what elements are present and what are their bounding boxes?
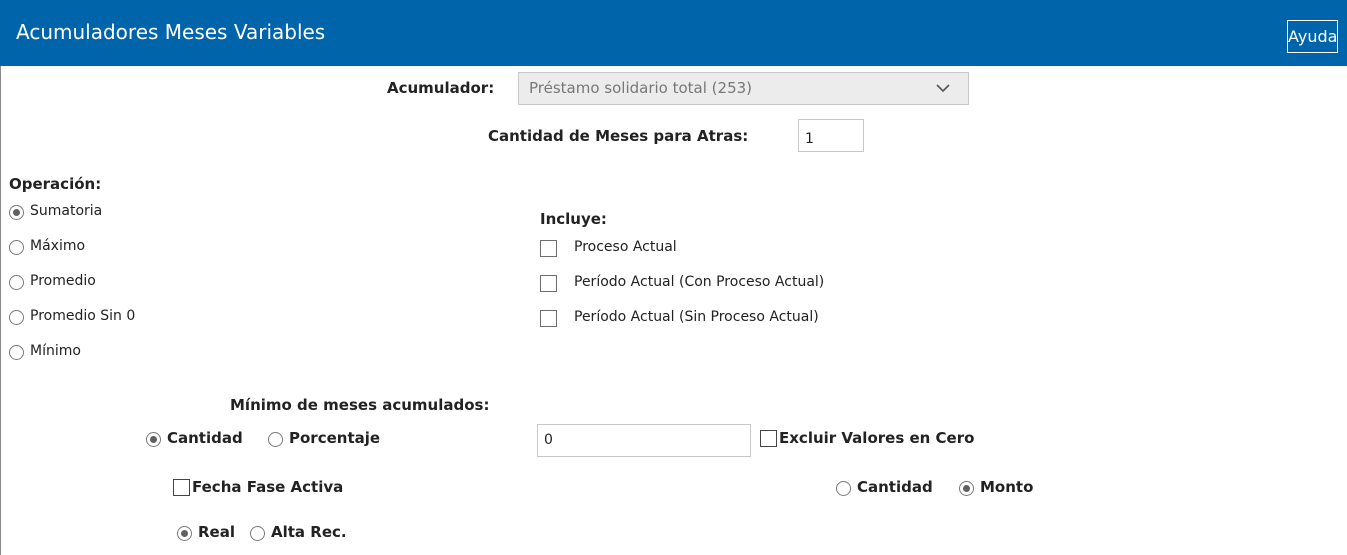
incluye-title: Incluye:: [540, 210, 607, 228]
radio-tipo-cantidad-label: Cantidad: [857, 478, 933, 496]
meses-atras-label: Cantidad de Meses para Atras:: [488, 127, 749, 145]
checkbox-proceso-actual[interactable]: [540, 240, 557, 257]
checkbox-periodo-con-proceso[interactable]: [540, 275, 557, 292]
radio-minimo-porcentaje-label: Porcentaje: [289, 429, 381, 447]
radio-minimo-label: Mínimo: [30, 343, 81, 359]
radio-tipo-cantidad[interactable]: [836, 481, 851, 496]
checkbox-fecha-fase-activa[interactable]: [173, 479, 190, 496]
radio-minimo-porcentaje[interactable]: [268, 432, 283, 447]
checkbox-fecha-fase-activa-label: Fecha Fase Activa: [192, 478, 344, 496]
acumulador-selected-value: Préstamo solidario total (253): [529, 79, 753, 97]
radio-promedio-sin-0[interactable]: [9, 310, 24, 325]
minimo-meses-title: Mínimo de meses acumulados:: [230, 396, 490, 414]
checkbox-periodo-con-proceso-label: Período Actual (Con Proceso Actual): [574, 274, 825, 290]
radio-tipo-monto[interactable]: [959, 481, 974, 496]
radio-sumatoria[interactable]: [9, 205, 24, 220]
radio-maximo[interactable]: [9, 240, 24, 255]
radio-sumatoria-label: Sumatoria: [30, 203, 103, 219]
acumulador-label: Acumulador:: [387, 79, 495, 97]
page-title: Acumuladores Meses Variables: [16, 20, 326, 44]
checkbox-excluir-cero[interactable]: [760, 430, 777, 447]
radio-promedio-label: Promedio: [30, 273, 96, 289]
checkbox-proceso-actual-label: Proceso Actual: [574, 239, 677, 255]
radio-alta-rec[interactable]: [250, 526, 265, 541]
operacion-title: Operación:: [9, 175, 102, 193]
radio-real[interactable]: [177, 526, 192, 541]
radio-maximo-label: Máximo: [30, 238, 86, 254]
chevron-down-icon: [936, 84, 950, 93]
meses-atras-input[interactable]: 1: [798, 119, 864, 152]
radio-promedio[interactable]: [9, 275, 24, 290]
radio-real-label: Real: [198, 523, 235, 541]
radio-alta-rec-label: Alta Rec.: [271, 523, 347, 541]
checkbox-periodo-sin-proceso[interactable]: [540, 310, 557, 327]
acumulador-select[interactable]: Préstamo solidario total (253): [518, 72, 969, 105]
minimo-meses-input[interactable]: 0: [537, 424, 751, 457]
checkbox-excluir-cero-label: Excluir Valores en Cero: [779, 429, 975, 447]
radio-minimo-cantidad-label: Cantidad: [167, 429, 243, 447]
title-bar: Acumuladores Meses Variables Ayuda: [0, 0, 1347, 66]
checkbox-periodo-sin-proceso-label: Período Actual (Sin Proceso Actual): [574, 309, 819, 325]
help-button[interactable]: Ayuda: [1287, 20, 1338, 53]
radio-tipo-monto-label: Monto: [980, 478, 1034, 496]
radio-minimo-cantidad[interactable]: [146, 432, 161, 447]
radio-promedio-sin-0-label: Promedio Sin 0: [30, 308, 136, 324]
radio-minimo[interactable]: [9, 345, 24, 360]
